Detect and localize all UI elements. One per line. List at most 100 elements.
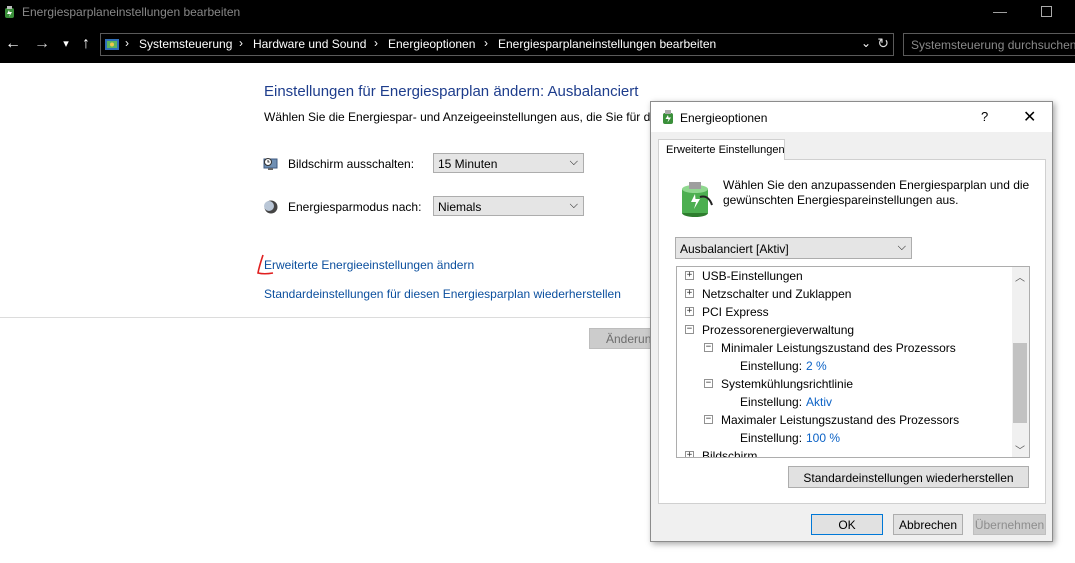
maximize-button[interactable] [1041, 6, 1052, 17]
cancel-label: Abbrechen [898, 518, 958, 532]
breadcrumb-separator-icon: › [125, 36, 129, 50]
window-title: Energiesparplaneinstellungen bearbeiten [22, 5, 241, 19]
tree-item-display[interactable]: + Bildschirm [677, 447, 1010, 458]
sleep-select[interactable]: Niemals ⌵ [433, 196, 584, 216]
address-field[interactable]: › Systemsteuerung › Hardware und Sound ›… [100, 33, 894, 56]
page-description: Wählen Sie die Energiespar- und Anzeigee… [264, 110, 664, 124]
collapse-icon[interactable]: − [704, 379, 713, 388]
setting-value[interactable]: Aktiv [806, 395, 832, 409]
screen-off-label: Bildschirm ausschalten: [288, 157, 415, 171]
refresh-icon[interactable]: ↻ [877, 35, 889, 52]
setting-value[interactable]: 100 % [806, 431, 840, 445]
dialog-description: Wählen Sie den anzupassenden Energiespar… [723, 178, 1030, 207]
battery-icon [682, 182, 713, 217]
back-arrow-icon[interactable]: ← [4, 35, 22, 53]
expand-icon[interactable]: + [685, 451, 694, 457]
recent-dropdown-icon[interactable]: ▾ [57, 35, 75, 53]
advanced-settings-panel: Wählen Sie den anzupassenden Energiespar… [658, 159, 1046, 504]
chevron-up-icon[interactable]: ︿ [1015, 269, 1025, 284]
cancel-button[interactable]: Abbrechen [893, 514, 963, 535]
screen-off-value: 15 Minuten [438, 157, 498, 171]
setting-label: Einstellung: [740, 395, 803, 409]
search-input[interactable]: Systemsteuerung durchsuchen [903, 33, 1075, 56]
minimize-button[interactable]: — [992, 4, 1008, 20]
tree-setting-max-processor[interactable]: Einstellung: 100 % [677, 429, 1010, 447]
chevron-down-icon: ⌵ [897, 241, 906, 253]
setting-label: Einstellung: [740, 431, 803, 445]
breadcrumb-systemsteuerung[interactable]: Systemsteuerung [139, 37, 232, 51]
setting-label: Einstellung: [740, 359, 803, 373]
tree-item-label: Systemkühlungsrichtlinie [721, 377, 854, 391]
power-options-dialog: Energieoptionen ? ✕ Erweiterte Einstellu… [650, 101, 1053, 542]
restore-defaults-label: Standardeinstellungen wiederherstellen [803, 471, 1014, 485]
tree-item-min-processor-state[interactable]: − Minimaler Leistungszustand des Prozess… [677, 339, 1010, 357]
collapse-icon[interactable]: − [685, 325, 694, 334]
tree-item-label: Maximaler Leistungszustand des Prozessor… [721, 413, 960, 427]
chevron-down-icon: ⌵ [569, 156, 578, 168]
tree-item-cooling-policy[interactable]: − Systemkühlungsrichtlinie [677, 375, 1010, 393]
window-titlebar: Energiesparplaneinstellungen bearbeiten … [0, 0, 1075, 25]
chevron-down-icon[interactable]: ﹀ [1015, 442, 1025, 457]
breadcrumb-energieoptionen[interactable]: Energieoptionen [388, 37, 475, 51]
tree-setting-min-processor[interactable]: Einstellung: 2 % [677, 357, 1010, 375]
tree-setting-cooling-policy[interactable]: Einstellung: Aktiv [677, 393, 1010, 411]
tab-label: Erweiterte Einstellungen [666, 144, 785, 156]
apply-label: Übernehmen [974, 518, 1045, 532]
tree-item-label: Minimaler Leistungszustand des Prozessor… [721, 341, 956, 355]
expand-icon[interactable]: + [685, 307, 694, 316]
sleep-label: Energiesparmodus nach: [288, 200, 422, 214]
collapse-icon[interactable]: − [704, 415, 713, 424]
monitor-clock-icon [263, 158, 278, 170]
control-panel-icon [105, 39, 119, 50]
plan-select[interactable]: Ausbalanciert [Aktiv] ⌵ [675, 237, 912, 259]
tree-item-label: Bildschirm [702, 449, 758, 458]
expand-icon[interactable]: + [685, 271, 694, 280]
close-icon[interactable]: ✕ [1023, 107, 1036, 127]
tree-item-usb[interactable]: + USB-Einstellungen [677, 267, 1010, 285]
tree-item-label: Prozessorenergieverwaltung [702, 323, 855, 337]
divider [0, 317, 652, 318]
save-changes-button[interactable]: Änderungen speichern [589, 328, 651, 349]
save-changes-label: Änderungen speichern [606, 332, 651, 346]
help-button[interactable]: ? [981, 109, 988, 124]
breadcrumb-current[interactable]: Energiesparplaneinstellungen bearbeiten [498, 37, 716, 51]
expand-icon[interactable]: + [685, 289, 694, 298]
apply-button[interactable]: Übernehmen [973, 514, 1046, 535]
collapse-icon[interactable]: − [704, 343, 713, 352]
tab-advanced-settings[interactable]: Erweiterte Einstellungen [658, 139, 785, 160]
search-placeholder: Systemsteuerung durchsuchen [911, 38, 1075, 52]
chevron-down-icon: ⌵ [569, 199, 578, 211]
tree-scrollbar[interactable]: ︿ ﹀ [1012, 267, 1029, 457]
settings-tree[interactable]: + USB-Einstellungen + Netzschalter und Z… [676, 266, 1030, 458]
breadcrumb-separator-icon: › [484, 36, 488, 50]
moon-icon [264, 200, 278, 214]
tree-item-power-button[interactable]: + Netzschalter und Zuklappen [677, 285, 1010, 303]
page-title: Einstellungen für Energiesparplan ändern… [264, 83, 639, 100]
power-options-icon [5, 6, 14, 18]
ok-label: OK [838, 518, 856, 532]
power-options-icon [663, 110, 673, 124]
screen-off-select[interactable]: 15 Minuten ⌵ [433, 153, 584, 173]
scrollbar-thumb[interactable] [1013, 343, 1027, 423]
address-bar: ← → ▾ ↑ › Systemsteuerung › Hardware und… [0, 25, 1075, 63]
forward-arrow-icon[interactable]: → [33, 35, 51, 53]
dialog-titlebar: Energieoptionen ? ✕ [651, 102, 1052, 132]
setting-value[interactable]: 2 % [806, 359, 827, 373]
tree-item-max-processor-state[interactable]: − Maximaler Leistungszustand des Prozess… [677, 411, 1010, 429]
breadcrumb-separator-icon: › [239, 36, 243, 50]
ok-button[interactable]: OK [811, 514, 883, 535]
restore-defaults-button[interactable]: Standardeinstellungen wiederherstellen [788, 466, 1029, 488]
restore-defaults-link[interactable]: Standardeinstellungen für diesen Energie… [264, 287, 621, 301]
advanced-settings-link[interactable]: Erweiterte Energieeinstellungen ändern [264, 258, 474, 272]
tree-item-label: PCI Express [702, 305, 769, 319]
tree-item-processor[interactable]: − Prozessorenergieverwaltung [677, 321, 1010, 339]
tree-item-pci-express[interactable]: + PCI Express [677, 303, 1010, 321]
breadcrumb-separator-icon: › [374, 36, 378, 50]
tree-item-label: Netzschalter und Zuklappen [702, 287, 852, 301]
sleep-value: Niemals [438, 200, 482, 214]
breadcrumb-hardware-sound[interactable]: Hardware und Sound [253, 37, 366, 51]
address-dropdown-icon[interactable]: ⌄ [861, 36, 871, 50]
plan-select-value: Ausbalanciert [Aktiv] [680, 242, 789, 256]
dialog-title: Energieoptionen [680, 111, 768, 125]
up-arrow-icon[interactable]: ↑ [77, 35, 95, 53]
